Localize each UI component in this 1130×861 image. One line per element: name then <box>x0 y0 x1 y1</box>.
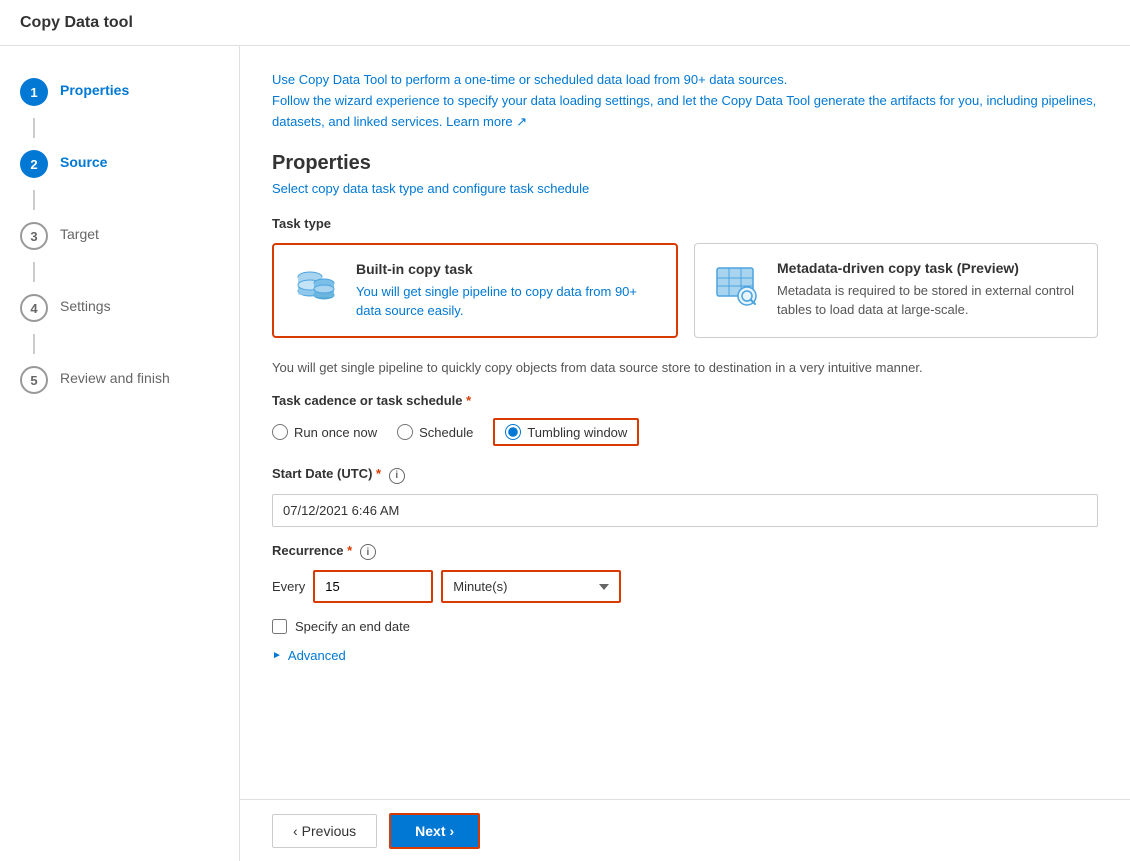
radio-schedule[interactable]: Schedule <box>397 424 473 440</box>
recurrence-number-input[interactable] <box>313 570 433 603</box>
step-circle-3: 3 <box>20 222 48 250</box>
built-in-content: Built-in copy task You will get single p… <box>356 261 660 319</box>
sidebar-item-target[interactable]: 3 Target <box>0 210 239 262</box>
sidebar-label-review: Review and finish <box>60 366 170 386</box>
radio-tumbling-input[interactable] <box>505 424 521 440</box>
main-container: 1 Properties 2 Source 3 Target 4 Setting… <box>0 46 1130 861</box>
next-label: Next <box>415 823 445 839</box>
specify-end-date-row[interactable]: Specify an end date <box>272 619 1098 634</box>
radio-tumbling-label: Tumbling window <box>527 425 627 440</box>
connector-4 <box>33 334 35 354</box>
advanced-label: Advanced <box>288 648 346 663</box>
start-date-input[interactable] <box>272 494 1098 527</box>
intro-line1: Use Copy Data Tool to perform a one-time… <box>272 70 1098 91</box>
every-label: Every <box>272 579 305 594</box>
radio-tumbling[interactable]: Tumbling window <box>493 418 639 446</box>
task-card-metadata[interactable]: Metadata-driven copy task (Preview) Meta… <box>694 243 1098 337</box>
built-in-title: Built-in copy task <box>356 261 660 277</box>
start-date-info-icon[interactable]: i <box>389 468 405 484</box>
content-scroll: Use Copy Data Tool to perform a one-time… <box>240 46 1130 799</box>
radio-schedule-label: Schedule <box>419 425 473 440</box>
recurrence-row: Every Minute(s) Hour(s) Day(s) Week(s) M… <box>272 570 1098 603</box>
connector-3 <box>33 262 35 282</box>
footer-bar: ‹ Previous Next › <box>240 799 1130 861</box>
intro-text: Use Copy Data Tool to perform a one-time… <box>272 70 1098 132</box>
cadence-label: Task cadence or task schedule * <box>272 393 1098 408</box>
specify-end-date-label: Specify an end date <box>295 619 410 634</box>
step-circle-4: 4 <box>20 294 48 322</box>
intro-line2: Follow the wizard experience to specify … <box>272 91 1098 133</box>
recurrence-unit-select[interactable]: Minute(s) Hour(s) Day(s) Week(s) Month(s… <box>441 570 621 603</box>
section-subtitle: Select copy data task type and configure… <box>272 181 1098 196</box>
built-in-icon <box>290 261 342 313</box>
step-circle-5: 5 <box>20 366 48 394</box>
advanced-row[interactable]: ► Advanced <box>272 648 1098 663</box>
metadata-title: Metadata-driven copy task (Preview) <box>777 260 1081 276</box>
radio-run-once-input[interactable] <box>272 424 288 440</box>
task-card-built-in[interactable]: Built-in copy task You will get single p… <box>272 243 678 337</box>
previous-button[interactable]: ‹ Previous <box>272 814 377 848</box>
app-title: Copy Data tool <box>20 14 133 32</box>
sidebar-item-source[interactable]: 2 Source <box>0 138 239 190</box>
start-date-label: Start Date (UTC) * i <box>272 466 1098 484</box>
recurrence-label: Recurrence * i <box>272 543 1098 561</box>
radio-run-once[interactable]: Run once now <box>272 424 377 440</box>
connector-1 <box>33 118 35 138</box>
specify-end-date-checkbox[interactable] <box>272 619 287 634</box>
sidebar-label-source: Source <box>60 150 107 170</box>
section-title: Properties <box>272 152 1098 175</box>
radio-schedule-input[interactable] <box>397 424 413 440</box>
recurrence-info-icon[interactable]: i <box>360 544 376 560</box>
metadata-icon <box>711 260 763 312</box>
info-text: You will get single pipeline to quickly … <box>272 358 1098 378</box>
content-area: Use Copy Data Tool to perform a one-time… <box>240 46 1130 861</box>
next-button[interactable]: Next › <box>389 813 480 849</box>
sidebar-item-settings[interactable]: 4 Settings <box>0 282 239 334</box>
metadata-content: Metadata-driven copy task (Preview) Meta… <box>777 260 1081 318</box>
title-bar: Copy Data tool <box>0 0 1130 46</box>
recurrence-field-row: Recurrence * i Every Minute(s) Hour(s) D… <box>272 543 1098 604</box>
connector-2 <box>33 190 35 210</box>
step-circle-1: 1 <box>20 78 48 106</box>
previous-chevron-icon: ‹ <box>293 823 298 839</box>
sidebar-label-settings: Settings <box>60 294 111 314</box>
learn-more-link[interactable]: Learn more <box>446 114 512 129</box>
sidebar-label-target: Target <box>60 222 99 242</box>
metadata-desc: Metadata is required to be stored in ext… <box>777 282 1081 318</box>
radio-group: Run once now Schedule Tumbling window <box>272 418 1098 446</box>
advanced-chevron-icon: ► <box>272 650 282 661</box>
sidebar: 1 Properties 2 Source 3 Target 4 Setting… <box>0 46 240 861</box>
next-chevron-icon: › <box>450 823 455 839</box>
sidebar-item-properties[interactable]: 1 Properties <box>0 66 239 118</box>
step-circle-2: 2 <box>20 150 48 178</box>
sidebar-item-review[interactable]: 5 Review and finish <box>0 354 239 406</box>
radio-run-once-label: Run once now <box>294 425 377 440</box>
cadence-field-row: Task cadence or task schedule * Run once… <box>272 393 1098 446</box>
built-in-desc: You will get single pipeline to copy dat… <box>356 283 660 319</box>
sidebar-label-properties: Properties <box>60 78 129 98</box>
task-type-row: Built-in copy task You will get single p… <box>272 243 1098 337</box>
start-date-field-row: Start Date (UTC) * i <box>272 466 1098 527</box>
task-type-label: Task type <box>272 216 1098 231</box>
previous-label: Previous <box>302 823 356 839</box>
